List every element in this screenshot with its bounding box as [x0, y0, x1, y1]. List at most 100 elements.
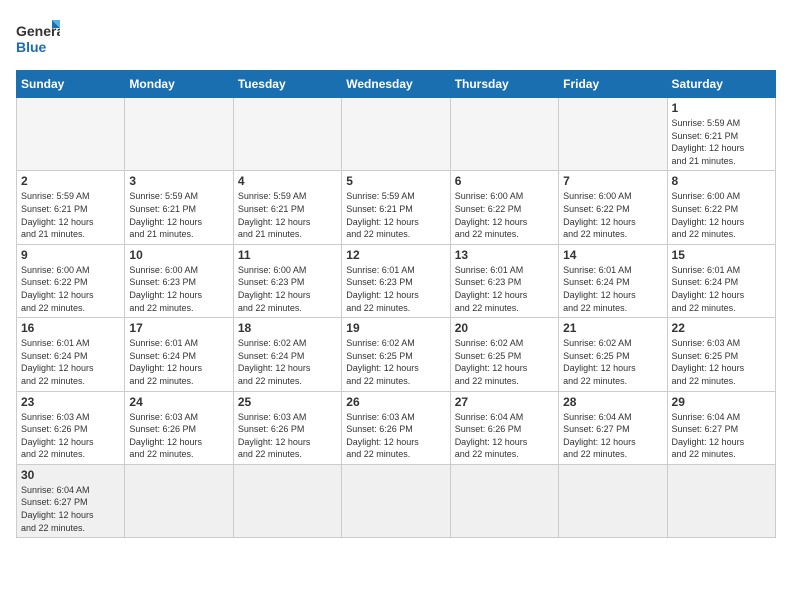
calendar-day-cell: 5 Sunrise: 5:59 AMSunset: 6:21 PMDaylight… — [342, 171, 450, 244]
calendar-day-cell: 26 Sunrise: 6:03 AMSunset: 6:26 PMDayligh… — [342, 391, 450, 464]
day-number: 28 — [563, 395, 662, 409]
calendar-day-cell: 19 Sunrise: 6:02 AMSunset: 6:25 PMDayligh… — [342, 318, 450, 391]
calendar-day-cell: 18 Sunrise: 6:02 AMSunset: 6:24 PMDayligh… — [233, 318, 341, 391]
calendar-day-cell — [125, 464, 233, 537]
day-info: Sunrise: 6:03 AMSunset: 6:26 PMDaylight:… — [238, 411, 337, 461]
calendar-day-cell: 3Sunrise: 5:59 AMSunset: 6:21 PMDaylight… — [125, 171, 233, 244]
calendar-week-row: 30Sunrise: 6:04 AMSunset: 6:27 PMDayligh… — [17, 464, 776, 537]
calendar-day-cell — [233, 98, 341, 171]
calendar-day-cell: 9 Sunrise: 6:00 AMSunset: 6:22 PMDaylight… — [17, 244, 125, 317]
day-number: 4 — [238, 174, 337, 188]
day-number: 11 — [238, 248, 337, 262]
day-number: 3 — [129, 174, 228, 188]
day-info: Sunrise: 6:04 AMSunset: 6:26 PMDaylight:… — [455, 411, 554, 461]
day-info: Sunrise: 5:59 AMSunset: 6:21 PMDaylight:… — [21, 190, 120, 240]
day-info: Sunrise: 6:02 AMSunset: 6:24 PMDaylight:… — [238, 337, 337, 387]
day-info: Sunrise: 5:59 AMSunset: 6:21 PMDaylight:… — [346, 190, 445, 240]
day-info: Sunrise: 6:00 AMSunset: 6:23 PMDaylight:… — [129, 264, 228, 314]
logo: General Blue — [16, 16, 60, 60]
day-number: 23 — [21, 395, 120, 409]
day-info: Sunrise: 6:01 AMSunset: 6:24 PMDaylight:… — [129, 337, 228, 387]
calendar-day-cell — [450, 464, 558, 537]
calendar-table: SundayMondayTuesdayWednesdayThursdayFrid… — [16, 70, 776, 538]
day-info: Sunrise: 6:00 AMSunset: 6:22 PMDaylight:… — [21, 264, 120, 314]
weekday-header-friday: Friday — [559, 71, 667, 98]
calendar-day-cell: 27 Sunrise: 6:04 AMSunset: 6:26 PMDayligh… — [450, 391, 558, 464]
calendar-day-cell: 8Sunrise: 6:00 AMSunset: 6:22 PMDaylight… — [667, 171, 775, 244]
calendar-week-row: 9 Sunrise: 6:00 AMSunset: 6:22 PMDaylight… — [17, 244, 776, 317]
day-info: Sunrise: 6:02 AMSunset: 6:25 PMDaylight:… — [563, 337, 662, 387]
day-number: 8 — [672, 174, 771, 188]
day-number: 16 — [21, 321, 120, 335]
day-info: Sunrise: 6:00 AMSunset: 6:23 PMDaylight:… — [238, 264, 337, 314]
day-number: 5 — [346, 174, 445, 188]
day-number: 12 — [346, 248, 445, 262]
weekday-header-tuesday: Tuesday — [233, 71, 341, 98]
day-number: 9 — [21, 248, 120, 262]
day-number: 19 — [346, 321, 445, 335]
calendar-week-row: 1 Sunrise: 5:59 AMSunset: 6:21 PMDaylight… — [17, 98, 776, 171]
day-info: Sunrise: 6:04 AMSunset: 6:27 PMDaylight:… — [21, 484, 120, 534]
day-info: Sunrise: 6:01 AMSunset: 6:23 PMDaylight:… — [455, 264, 554, 314]
day-number: 27 — [455, 395, 554, 409]
calendar-header: General Blue — [16, 16, 776, 60]
day-number: 20 — [455, 321, 554, 335]
weekday-header-thursday: Thursday — [450, 71, 558, 98]
calendar-day-cell: 25 Sunrise: 6:03 AMSunset: 6:26 PMDayligh… — [233, 391, 341, 464]
weekday-header-saturday: Saturday — [667, 71, 775, 98]
day-info: Sunrise: 6:04 AMSunset: 6:27 PMDaylight:… — [563, 411, 662, 461]
weekday-header-wednesday: Wednesday — [342, 71, 450, 98]
day-number: 1 — [672, 101, 771, 115]
calendar-day-cell: 10Sunrise: 6:00 AMSunset: 6:23 PMDayligh… — [125, 244, 233, 317]
day-info: Sunrise: 6:02 AMSunset: 6:25 PMDaylight:… — [346, 337, 445, 387]
day-number: 24 — [129, 395, 228, 409]
calendar-day-cell — [342, 464, 450, 537]
calendar-day-cell: 4Sunrise: 5:59 AMSunset: 6:21 PMDaylight… — [233, 171, 341, 244]
calendar-day-cell: 16 Sunrise: 6:01 AMSunset: 6:24 PMDayligh… — [17, 318, 125, 391]
day-info: Sunrise: 6:01 AMSunset: 6:24 PMDaylight:… — [21, 337, 120, 387]
calendar-day-cell — [667, 464, 775, 537]
day-info: Sunrise: 6:04 AMSunset: 6:27 PMDaylight:… — [672, 411, 771, 461]
day-number: 14 — [563, 248, 662, 262]
day-number: 22 — [672, 321, 771, 335]
calendar-day-cell — [559, 464, 667, 537]
day-info: Sunrise: 6:01 AMSunset: 6:24 PMDaylight:… — [563, 264, 662, 314]
calendar-day-cell — [342, 98, 450, 171]
day-info: Sunrise: 6:00 AMSunset: 6:22 PMDaylight:… — [563, 190, 662, 240]
calendar-day-cell: 20 Sunrise: 6:02 AMSunset: 6:25 PMDayligh… — [450, 318, 558, 391]
calendar-week-row: 2 Sunrise: 5:59 AMSunset: 6:21 PMDaylight… — [17, 171, 776, 244]
day-number: 7 — [563, 174, 662, 188]
weekday-header-monday: Monday — [125, 71, 233, 98]
logo-svg: General Blue — [16, 16, 60, 60]
day-number: 18 — [238, 321, 337, 335]
day-number: 21 — [563, 321, 662, 335]
calendar-day-cell: 22Sunrise: 6:03 AMSunset: 6:25 PMDayligh… — [667, 318, 775, 391]
day-number: 15 — [672, 248, 771, 262]
calendar-day-cell: 21 Sunrise: 6:02 AMSunset: 6:25 PMDayligh… — [559, 318, 667, 391]
calendar-day-cell: 7 Sunrise: 6:00 AMSunset: 6:22 PMDaylight… — [559, 171, 667, 244]
calendar-week-row: 23 Sunrise: 6:03 AMSunset: 6:26 PMDayligh… — [17, 391, 776, 464]
calendar-day-cell: 12Sunrise: 6:01 AMSunset: 6:23 PMDayligh… — [342, 244, 450, 317]
logo: General Blue — [16, 16, 60, 60]
day-number: 17 — [129, 321, 228, 335]
day-info: Sunrise: 6:02 AMSunset: 6:25 PMDaylight:… — [455, 337, 554, 387]
weekday-header-row: SundayMondayTuesdayWednesdayThursdayFrid… — [17, 71, 776, 98]
calendar-day-cell — [17, 98, 125, 171]
day-info: Sunrise: 6:03 AMSunset: 6:26 PMDaylight:… — [21, 411, 120, 461]
calendar-day-cell: 23 Sunrise: 6:03 AMSunset: 6:26 PMDayligh… — [17, 391, 125, 464]
calendar-day-cell: 24 Sunrise: 6:03 AMSunset: 6:26 PMDayligh… — [125, 391, 233, 464]
day-info: Sunrise: 5:59 AMSunset: 6:21 PMDaylight:… — [672, 117, 771, 167]
calendar-day-cell: 11 Sunrise: 6:00 AMSunset: 6:23 PMDayligh… — [233, 244, 341, 317]
day-number: 26 — [346, 395, 445, 409]
calendar-day-cell: 13 Sunrise: 6:01 AMSunset: 6:23 PMDayligh… — [450, 244, 558, 317]
day-info: Sunrise: 6:03 AMSunset: 6:26 PMDaylight:… — [346, 411, 445, 461]
day-number: 13 — [455, 248, 554, 262]
day-number: 2 — [21, 174, 120, 188]
calendar-day-cell — [450, 98, 558, 171]
day-info: Sunrise: 6:03 AMSunset: 6:26 PMDaylight:… — [129, 411, 228, 461]
day-number: 25 — [238, 395, 337, 409]
calendar-day-cell — [233, 464, 341, 537]
day-info: Sunrise: 6:00 AMSunset: 6:22 PMDaylight:… — [455, 190, 554, 240]
day-info: Sunrise: 6:01 AMSunset: 6:24 PMDaylight:… — [672, 264, 771, 314]
day-number: 6 — [455, 174, 554, 188]
